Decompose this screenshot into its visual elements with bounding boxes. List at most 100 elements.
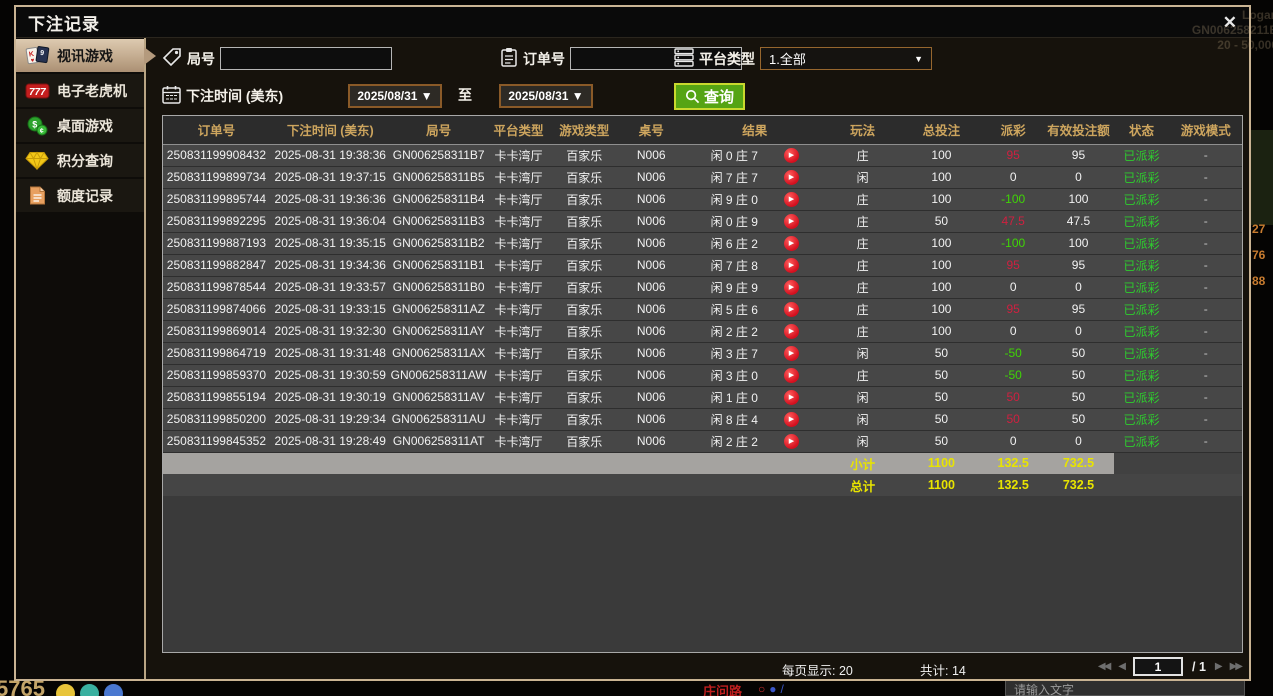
col-payout: 派彩 [983,116,1043,144]
table-row: 2508311998502002025-08-31 19:29:34GN0062… [163,408,1242,430]
calendar-icon [162,85,181,107]
background-number: 88 [1252,274,1265,288]
cell-bet-time: 2025-08-31 19:33:15 [270,298,391,320]
cell-total-bet: 100 [900,276,983,298]
cell-valid-bet: 0 [1043,320,1113,342]
cell-payout: 95 [983,254,1043,276]
result-text: 闲 9 庄 9 [711,279,758,296]
subtotal-label: 小计 [825,452,899,474]
replay-icon[interactable]: ▶ [784,434,799,449]
cell-table-number: N006 [618,342,684,364]
cell-table-number: N006 [618,210,684,232]
cell-platform: 卡卡湾厅 [487,232,551,254]
replay-icon[interactable]: ▶ [784,346,799,361]
replay-icon[interactable]: ▶ [784,192,799,207]
sidebar-item-points-query[interactable]: 积分查询 [16,144,144,177]
cell-platform: 卡卡湾厅 [487,386,551,408]
slot-777-icon: 777 [24,81,50,101]
cell-round-number: GN006258311B4 [391,188,487,210]
platform-icon [674,48,694,70]
cell-game-mode: - [1170,188,1242,210]
cell-game-mode: - [1170,210,1242,232]
replay-icon[interactable]: ▶ [784,214,799,229]
cell-status: 已派彩 [1114,144,1170,166]
cell-payout: 95 [983,144,1043,166]
table-row: 2508311998997342025-08-31 19:37:15GN0062… [163,166,1242,188]
replay-icon[interactable]: ▶ [784,368,799,383]
replay-icon[interactable]: ▶ [784,302,799,317]
close-icon[interactable]: ✕ [1223,14,1237,31]
replay-icon[interactable]: ▶ [784,324,799,339]
page-number-input[interactable] [1133,657,1183,676]
table-row: 2508311998690142025-08-31 19:32:30GN0062… [163,320,1242,342]
cell-round-number: GN006258311AZ [391,298,487,320]
cell-bet-on: 庄 [825,232,899,254]
tag-icon [162,47,182,70]
cell-round-number: GN006258311B5 [391,166,487,188]
cell-platform: 卡卡湾厅 [487,276,551,298]
prev-page-icon[interactable]: ◀ [1118,661,1124,672]
col-game-type: 游戏类型 [550,116,618,144]
cell-status: 已派彩 [1114,276,1170,298]
replay-icon[interactable]: ▶ [784,170,799,185]
cell-payout: 50 [983,386,1043,408]
sidebar-item-video-games[interactable]: K♥ 9 视讯游戏 [16,39,144,72]
cell-game-type: 百家乐 [550,386,618,408]
cell-game-mode: - [1170,320,1242,342]
replay-icon[interactable]: ▶ [784,390,799,405]
filter-form: 局号 订单号 平台类型 1.全部 [162,43,1243,115]
table-row: 2508311998551942025-08-31 19:30:19GN0062… [163,386,1242,408]
cell-payout: -100 [983,232,1043,254]
replay-icon[interactable]: ▶ [784,258,799,273]
grand-total-valid-bet: 732.5 [1043,474,1113,496]
table-header: 订单号 下注时间 (美东) 局号 平台类型 游戏类型 桌号 结果 玩法 总投注 … [163,116,1242,144]
cell-total-bet: 100 [900,320,983,342]
col-bet-on: 玩法 [825,116,899,144]
sidebar-item-slots[interactable]: 777 电子老虎机 [16,74,144,107]
background-emoji-teal [80,684,99,696]
replay-icon[interactable]: ▶ [784,148,799,163]
cell-result: 闲 0 庄 7▶ [684,144,825,166]
cell-valid-bet: 0 [1043,276,1113,298]
cell-game-mode: - [1170,364,1242,386]
cell-total-bet: 50 [900,342,983,364]
cell-order-number: 250831199908432 [163,144,270,166]
table-row: 2508311998647192025-08-31 19:31:48GN0062… [163,342,1242,364]
cell-platform: 卡卡湾厅 [487,188,551,210]
cell-round-number: GN006258311AW [391,364,487,386]
replay-icon[interactable]: ▶ [784,236,799,251]
replay-icon[interactable]: ▶ [784,412,799,427]
cell-total-bet: 50 [900,210,983,232]
query-button[interactable]: 查询 [674,83,745,110]
background-number: 27 [1252,222,1265,236]
platform-type-select[interactable]: 1.全部 ▼ [760,47,932,70]
cell-game-mode: - [1170,408,1242,430]
sidebar-item-table-games[interactable]: $¢ 桌面游戏 [16,109,144,142]
date-from-picker[interactable]: 2025/08/31 ▼ [348,84,442,108]
last-page-icon[interactable]: ▶▶ [1230,661,1241,672]
cell-valid-bet: 95 [1043,298,1113,320]
cell-order-number: 250831199899734 [163,166,270,188]
replay-icon[interactable]: ▶ [784,280,799,295]
first-page-icon[interactable]: ◀◀ [1098,661,1109,672]
cell-order-number: 250831199850200 [163,408,270,430]
cell-bet-time: 2025-08-31 19:37:15 [270,166,391,188]
cell-game-mode: - [1170,386,1242,408]
cell-result: 闲 1 庄 0▶ [684,386,825,408]
svg-text:¢: ¢ [40,128,44,135]
svg-text:777: 777 [29,87,46,98]
date-to-picker[interactable]: 2025/08/31 ▼ [499,84,593,108]
result-text: 闲 9 庄 0 [711,191,758,208]
sidebar-item-quota-records[interactable]: 额度记录 [16,179,144,212]
background-number: 76 [1252,248,1265,262]
cell-table-number: N006 [618,166,684,188]
cell-result: 闲 2 庄 2▶ [684,430,825,452]
next-page-icon[interactable]: ▶ [1215,661,1221,672]
cell-round-number: GN006258311AT [391,430,487,452]
cell-game-mode: - [1170,166,1242,188]
cell-bet-on: 闲 [825,342,899,364]
round-number-input[interactable] [220,47,392,70]
title-bar: 下注记录 ✕ [16,7,1249,38]
col-round: 局号 [391,116,487,144]
cell-table-number: N006 [618,364,684,386]
